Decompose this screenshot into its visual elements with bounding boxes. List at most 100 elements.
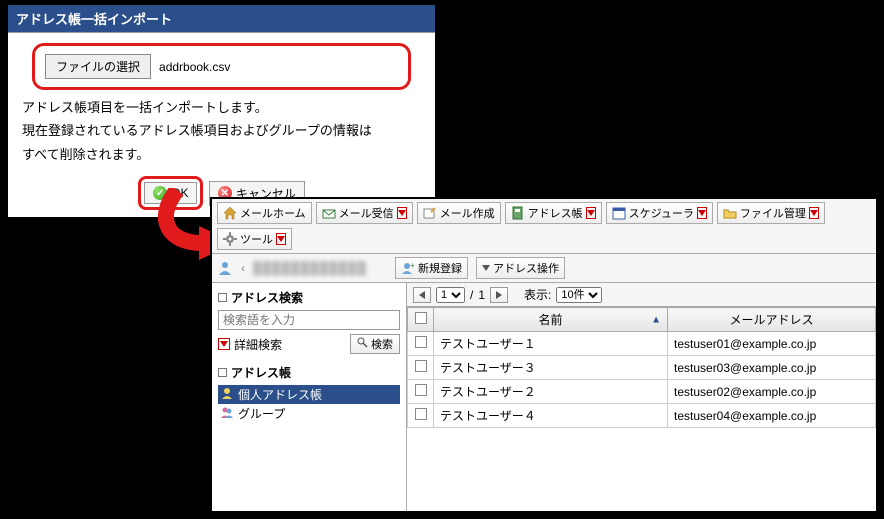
- dropdown-icon[interactable]: [397, 207, 407, 219]
- table-row[interactable]: テストユーザー１testuser01@example.co.jp: [408, 332, 876, 356]
- tb-mail-recv-label: メール受信: [339, 205, 394, 221]
- display-label: 表示:: [524, 286, 551, 303]
- page-next-button[interactable]: [490, 287, 508, 303]
- mail-recv-icon: [322, 206, 336, 220]
- choose-file-button[interactable]: ファイルの選択: [45, 54, 151, 79]
- row-check-cell[interactable]: [408, 356, 434, 380]
- new-register-button[interactable]: + 新規登録: [395, 257, 468, 279]
- detail-search-label: 詳細検索: [234, 336, 282, 353]
- tree-personal[interactable]: 個人アドレス帳: [218, 385, 400, 404]
- row-name: テストユーザー１: [434, 332, 668, 356]
- collapse-icon[interactable]: [218, 293, 227, 302]
- row-checkbox[interactable]: [415, 384, 427, 396]
- row-email: testuser04@example.co.jp: [668, 404, 876, 428]
- collapse-icon[interactable]: [218, 368, 227, 377]
- dialog-line3: すべて削除されます。: [22, 143, 421, 166]
- tb-tools[interactable]: ツール: [217, 228, 292, 250]
- tree-personal-label: 個人アドレス帳: [238, 386, 322, 403]
- row-checkbox[interactable]: [415, 408, 427, 420]
- address-ops-label: アドレス操作: [493, 260, 559, 276]
- row-email: testuser03@example.co.jp: [668, 356, 876, 380]
- chosen-file-name: addrbook.csv: [159, 60, 230, 74]
- page-total: 1: [478, 288, 485, 302]
- person-add-icon: +: [401, 261, 415, 275]
- tb-schedule[interactable]: スケジューラ: [606, 202, 713, 224]
- page-prev-button[interactable]: [413, 287, 431, 303]
- tb-file-mgmt[interactable]: ファイル管理: [717, 202, 825, 224]
- col-check-header[interactable]: [408, 308, 434, 332]
- chevron-down-icon: [482, 264, 490, 272]
- magnifier-icon: [357, 337, 368, 351]
- sub-toolbar: ‹ ████████████ + 新規登録 アドレス操作: [212, 254, 876, 283]
- tb-tools-label: ツール: [240, 231, 273, 247]
- row-name: テストユーザー３: [434, 356, 668, 380]
- tb-mail-compose[interactable]: メール作成: [417, 202, 501, 224]
- dropdown-icon[interactable]: [276, 233, 286, 245]
- per-page-select[interactable]: 10件: [556, 287, 602, 303]
- page-sep: /: [470, 288, 473, 302]
- table-row[interactable]: テストユーザー３testuser03@example.co.jp: [408, 356, 876, 380]
- address-ops-button[interactable]: アドレス操作: [476, 257, 565, 279]
- search-button-label: 検索: [371, 336, 393, 352]
- address-book-icon: [511, 206, 525, 220]
- calendar-icon: [612, 206, 626, 220]
- folder-icon: [723, 206, 737, 220]
- tree-title-label: アドレス帳: [231, 364, 291, 381]
- sidebar: アドレス検索 詳細検索 検索: [212, 283, 407, 511]
- col-name-header[interactable]: 名前 ▲: [434, 308, 668, 332]
- row-check-cell[interactable]: [408, 332, 434, 356]
- tb-mail-home-label: メールホーム: [240, 205, 306, 221]
- compose-icon: [423, 206, 437, 220]
- tree-panel: アドレス帳 個人アドレス帳 グループ: [218, 364, 400, 423]
- row-check-cell[interactable]: [408, 404, 434, 428]
- detail-search-toggle[interactable]: [218, 338, 230, 350]
- tb-schedule-label: スケジューラ: [629, 205, 694, 221]
- dialog-title: アドレス帳一括インポート: [8, 5, 435, 33]
- dialog-line1: アドレス帳項目を一括インポートします。: [22, 96, 421, 119]
- tb-address-label: アドレス帳: [528, 205, 583, 221]
- table-row[interactable]: テストユーザー４testuser04@example.co.jp: [408, 404, 876, 428]
- contacts-table: 名前 ▲ メールアドレス テストユーザー１testuser01@example.…: [407, 307, 876, 428]
- file-select-highlight: ファイルの選択 addrbook.csv: [32, 43, 411, 90]
- sort-asc-icon: ▲: [651, 314, 661, 325]
- row-checkbox[interactable]: [415, 336, 427, 348]
- dropdown-icon[interactable]: [586, 207, 596, 219]
- checkbox-all[interactable]: [415, 312, 427, 324]
- tree-group[interactable]: グループ: [218, 404, 400, 423]
- dialog-body: アドレス帳項目を一括インポートします。 現在登録されているアドレス帳項目およびグ…: [8, 96, 435, 166]
- main-area: 1 / 1 表示: 10件 名前 ▲: [407, 283, 876, 511]
- row-check-cell[interactable]: [408, 380, 434, 404]
- tree-group-label: グループ: [238, 405, 285, 422]
- page-select[interactable]: 1: [436, 287, 465, 303]
- tb-file-mgmt-label: ファイル管理: [740, 205, 806, 221]
- data-grid: 名前 ▲ メールアドレス テストユーザー１testuser01@example.…: [407, 307, 876, 511]
- search-input[interactable]: [218, 310, 400, 330]
- person-icon: [217, 260, 233, 276]
- new-register-label: 新規登録: [418, 260, 462, 276]
- tb-mail-compose-label: メール作成: [440, 205, 495, 221]
- search-panel-title: アドレス検索: [218, 289, 400, 306]
- col-email-label: メールアドレス: [729, 313, 813, 327]
- search-title-label: アドレス検索: [231, 289, 303, 306]
- col-email-header[interactable]: メールアドレス: [668, 308, 876, 332]
- dialog-line2: 現在登録されているアドレス帳項目およびグループの情報は: [22, 119, 421, 142]
- tb-mail-recv[interactable]: メール受信: [316, 202, 413, 224]
- table-row[interactable]: テストユーザー２testuser02@example.co.jp: [408, 380, 876, 404]
- search-panel: アドレス検索 詳細検索 検索: [218, 289, 400, 354]
- dropdown-icon[interactable]: [809, 207, 819, 219]
- col-name-label: 名前: [538, 313, 562, 327]
- row-name: テストユーザー２: [434, 380, 668, 404]
- row-checkbox[interactable]: [415, 360, 427, 372]
- import-dialog: アドレス帳一括インポート ファイルの選択 addrbook.csv アドレス帳項…: [6, 3, 437, 219]
- tb-address[interactable]: アドレス帳: [505, 202, 602, 224]
- pager-bar: 1 / 1 表示: 10件: [407, 283, 876, 307]
- gear-icon: [223, 232, 237, 246]
- person-icon: [220, 386, 234, 403]
- breadcrumb-blur: ████████████: [253, 261, 367, 275]
- main-toolbar: メールホーム メール受信 メール作成 アドレス帳 スケジュー: [212, 199, 876, 254]
- search-button[interactable]: 検索: [350, 334, 400, 354]
- group-icon: [220, 405, 234, 422]
- tb-mail-home[interactable]: メールホーム: [217, 202, 312, 224]
- dropdown-icon[interactable]: [697, 207, 707, 219]
- address-book-window: メールホーム メール受信 メール作成 アドレス帳 スケジュー: [210, 197, 878, 513]
